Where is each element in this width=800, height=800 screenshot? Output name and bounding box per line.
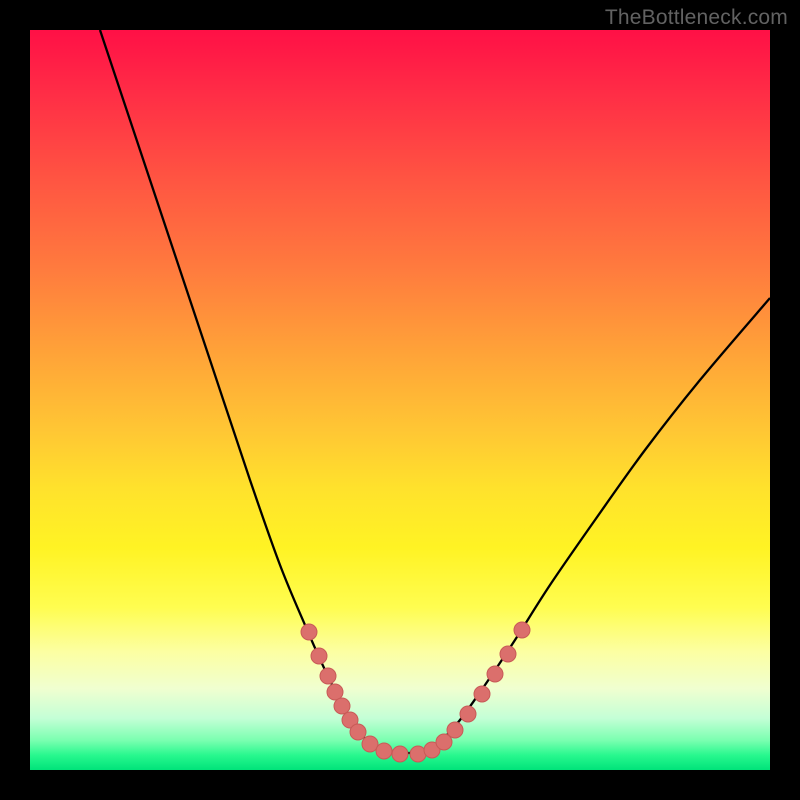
data-point	[376, 743, 392, 759]
marker-group	[301, 622, 530, 762]
data-point	[447, 722, 463, 738]
data-point	[350, 724, 366, 740]
data-point	[410, 746, 426, 762]
watermark-text: TheBottleneck.com	[605, 6, 788, 30]
data-point	[301, 624, 317, 640]
data-point	[474, 686, 490, 702]
chart-frame: TheBottleneck.com	[0, 0, 800, 800]
data-point	[327, 684, 343, 700]
data-point	[487, 666, 503, 682]
data-point	[320, 668, 336, 684]
data-point	[514, 622, 530, 638]
data-point	[311, 648, 327, 664]
right-curve-path	[425, 298, 770, 753]
data-point	[460, 706, 476, 722]
plot-area	[30, 30, 770, 770]
curve-layer	[30, 30, 770, 770]
data-point	[334, 698, 350, 714]
left-curve-path	[100, 30, 390, 753]
data-point	[362, 736, 378, 752]
data-point	[500, 646, 516, 662]
data-point	[392, 746, 408, 762]
